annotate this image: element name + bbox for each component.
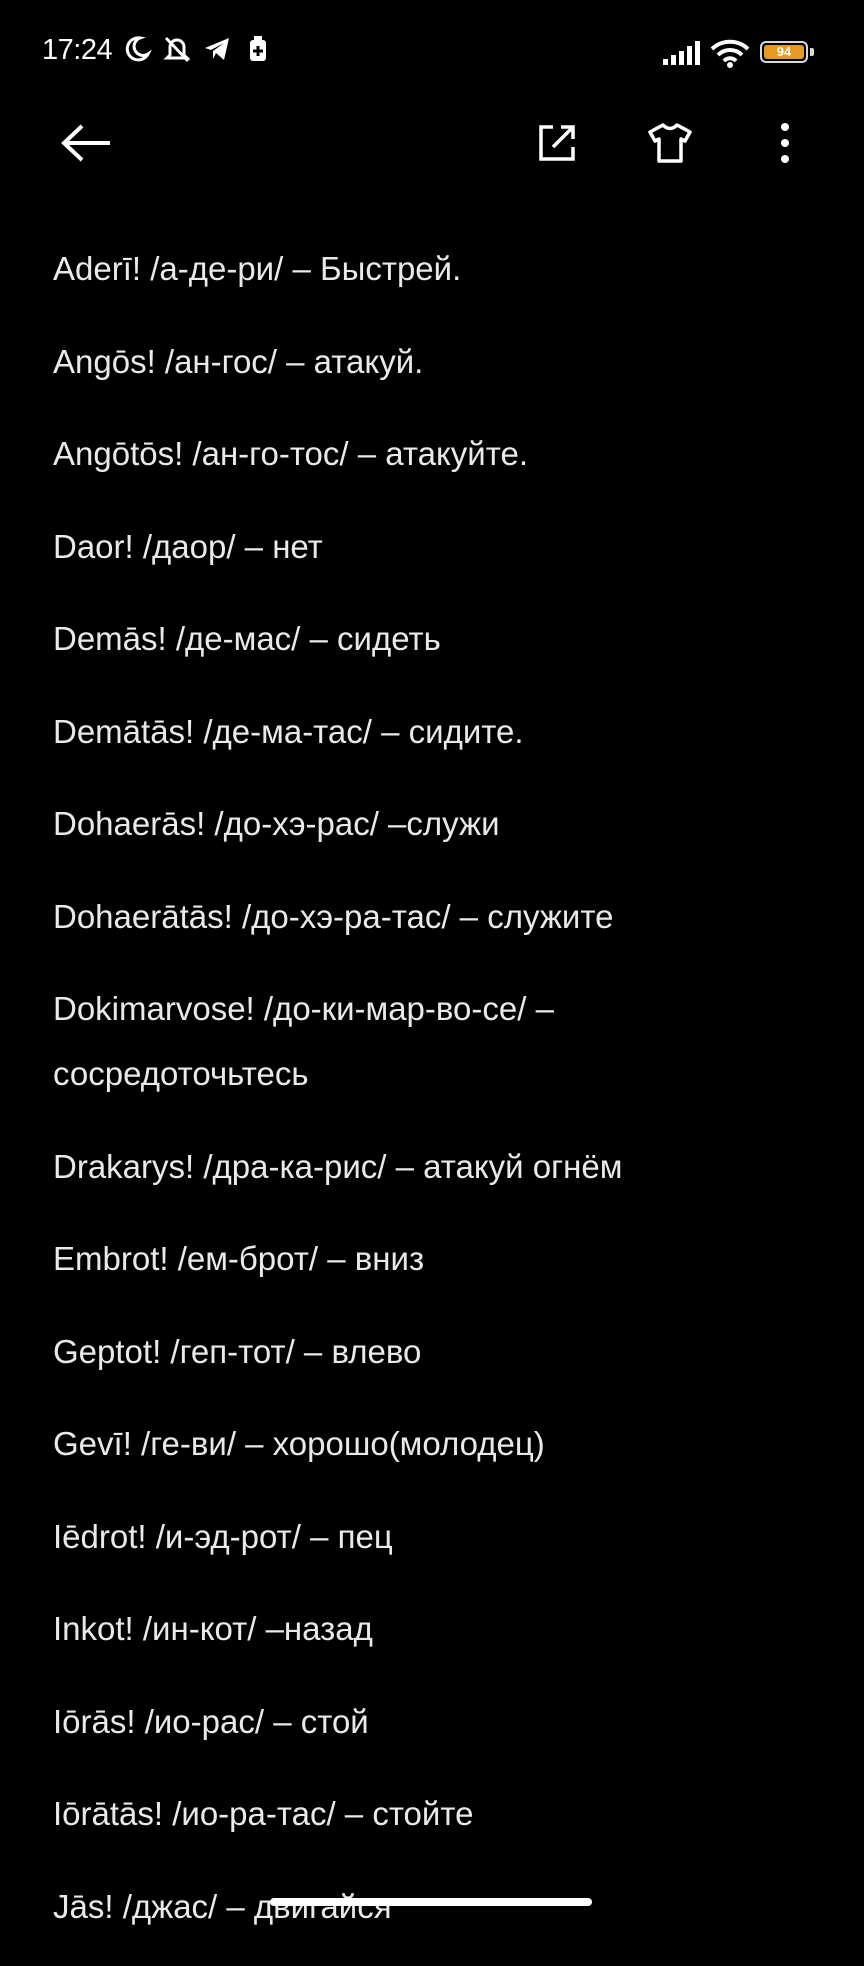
wifi-icon: [710, 38, 750, 73]
note-content[interactable]: Aderī! /а-де-ри/ – Быстрей. Angōs! /ан-г…: [53, 236, 823, 1966]
list-item: Drakarys! /дра-ка-рис/ – атакуй огнём: [53, 1147, 623, 1185]
signal-icon: [662, 40, 702, 71]
list-item: Dokimarvose! /до-ки-мар-во-се/ – сосредо…: [53, 990, 554, 1092]
list-item: Iōrās! /ио-рас/ – стой: [53, 1702, 369, 1740]
list-item: Aderī! /а-де-ри/ – Быстрей.: [53, 250, 462, 287]
back-button[interactable]: [52, 110, 122, 180]
share-icon: [535, 121, 579, 170]
list-item: Demās! /де-мас/ – сидеть: [53, 620, 441, 657]
list-item: Angōtōs! /ан-го-тос/ – атакуйте.: [53, 435, 529, 472]
list-item: Daor! /даор/ – нет: [53, 527, 323, 565]
list-item: Geptot! /геп-тот/ – влево: [53, 1332, 422, 1370]
battery-icon: 94: [760, 41, 808, 63]
share-button[interactable]: [522, 110, 592, 180]
list-item: Angōs! /ан-гос/ – атакуй.: [53, 342, 424, 380]
list-item: Embrot! /ем-брот/ – вниз: [53, 1240, 425, 1277]
battery-saver-icon: [244, 34, 272, 69]
theme-shirt-icon: [646, 121, 694, 170]
telegram-icon: [202, 34, 232, 69]
list-item: Demātās! /де-ма-тас/ – сидите.: [53, 712, 524, 750]
list-item: Gevī! /ге-ви/ – хорошо(молодец): [53, 1425, 545, 1462]
list-item: Dohaerās! /до-хэ-рас/ –служи: [53, 805, 500, 842]
battery-level: 94: [764, 45, 804, 59]
moon-icon: [122, 34, 153, 69]
status-bar: 17:24 94: [0, 0, 864, 106]
theme-button[interactable]: [635, 110, 705, 180]
clock-time: 17:24: [42, 34, 113, 66]
more-icon: [779, 121, 791, 170]
home-indicator[interactable]: [270, 1898, 592, 1906]
more-options-button[interactable]: [750, 110, 820, 180]
back-arrow-icon: [60, 123, 114, 168]
list-item: Jās! /джас/ – двигайся: [53, 1887, 392, 1925]
list-item: Iōrātās! /ио-ра-тас/ – стойте: [53, 1795, 474, 1832]
list-item: Dohaerātās! /до-хэ-ра-тас/ – служите: [53, 897, 614, 935]
bell-off-icon: [162, 34, 192, 69]
list-item: Inkot! /ин-кот/ –назад: [53, 1610, 373, 1647]
battery-tip: [810, 48, 814, 56]
toolbar: [0, 106, 864, 182]
list-item: Iēdrot! /и-эд-рот/ – пец: [53, 1517, 393, 1555]
